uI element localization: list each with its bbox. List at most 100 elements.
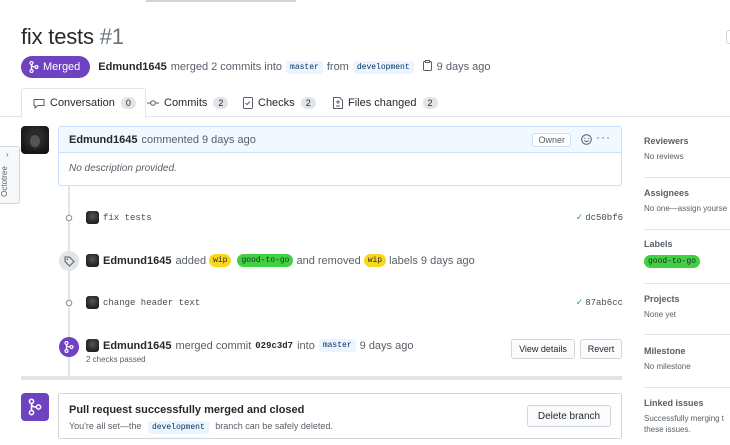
head-branch[interactable]: development [352, 60, 414, 74]
tab-commits[interactable]: Commits 2 [147, 88, 229, 117]
commit-avatar[interactable] [86, 296, 99, 309]
checklist-icon [243, 96, 253, 109]
merge-badge [59, 337, 79, 357]
timeline-merge-event: Edmund1645 merged commit 029c3d7 into ma… [86, 339, 413, 352]
tab-commits-label: Commits [164, 96, 208, 109]
merge-status-icon [21, 393, 49, 421]
checks-status[interactable]: 2 checks passed [86, 355, 146, 364]
sidebar-assignees[interactable]: Assignees No one—assign yourse [644, 188, 730, 230]
merge-icon [64, 341, 74, 353]
commit-sha-text: 87ab6cc [585, 298, 623, 308]
merge-status-subtitle: You're all set—the development branch ca… [69, 421, 333, 434]
merge-sub-branch[interactable]: development [147, 421, 209, 434]
label-wip-removed[interactable]: wip [363, 254, 387, 267]
timeline-end-divider [21, 376, 622, 380]
octotree-label: Octotree [0, 166, 9, 197]
sidebar-reviewers[interactable]: Reviewers No reviews [644, 136, 730, 178]
tag-badge [59, 251, 79, 271]
merge-status-box: Pull request successfully merged and clo… [58, 393, 622, 439]
sidebar-labels[interactable]: Labels good-to-go [644, 239, 730, 284]
into-text: into [297, 339, 315, 352]
base-branch[interactable]: master [286, 60, 323, 74]
merge-branch[interactable]: master [318, 339, 356, 352]
pr-time: 9 days ago [436, 61, 491, 73]
pr-author[interactable]: Edmund1645 [98, 61, 166, 73]
smiley-icon[interactable] [581, 134, 592, 148]
commit-icon [147, 99, 159, 106]
labels-suffix: labels 9 days ago [389, 254, 475, 267]
tag-icon [64, 256, 75, 267]
clipboard-icon[interactable] [422, 60, 432, 74]
tab-files-count: 2 [422, 96, 438, 109]
comment-meta[interactable]: commented 9 days ago [141, 134, 255, 146]
tab-files-label: Files changed [348, 96, 417, 109]
top-divider [146, 0, 296, 2]
sidebar-linked-heading[interactable]: Linked issues [644, 398, 730, 408]
commit-sha[interactable]: ✓ dc50bf6 [576, 213, 623, 223]
label-wip[interactable]: wip [209, 254, 232, 267]
sidebar-milestone-heading[interactable]: Milestone [644, 346, 730, 356]
pr-title: fix tests [21, 24, 94, 49]
pr-meta: Merged Edmund1645 merged 2 commits into … [21, 56, 490, 78]
pr-number: #1 [99, 24, 124, 49]
top-strip [0, 0, 730, 4]
sidebar-assignees-value[interactable]: No one—assign yourse [644, 204, 730, 213]
tab-conversation-label: Conversation [50, 97, 115, 109]
merge-status-title: Pull request successfully merged and clo… [69, 404, 305, 416]
merge-time: 9 days ago [359, 339, 414, 352]
timeline-commit-1: fix tests [86, 211, 152, 224]
sidebar-assignees-heading[interactable]: Assignees [644, 188, 730, 198]
sidebar-linked-issues[interactable]: Linked issues Successfully merging t the… [644, 398, 730, 445]
tab-bar: Conversation 0 Commits 2 Checks 2 Files … [0, 88, 730, 118]
commit-sha[interactable]: ✓ 87ab6cc [576, 298, 623, 308]
merge-sub-prefix: You're all set—the [69, 421, 142, 431]
timeline-commit-2: change header text [86, 296, 200, 309]
comment-body: No description provided. [69, 163, 177, 174]
timeline-labels-event: Edmund1645 added wip good-to-go and remo… [86, 254, 475, 267]
event-author[interactable]: Edmund1645 [103, 255, 171, 267]
more-options-icon[interactable]: ··· [596, 130, 611, 144]
tab-conversation-count: 0 [120, 97, 136, 109]
tab-commits-count: 2 [213, 96, 229, 109]
status-badge: Merged [21, 56, 91, 78]
revert-button[interactable]: Revert [580, 339, 622, 359]
commit-node-icon [65, 214, 73, 222]
sidebar-projects[interactable]: Projects None yet [644, 294, 730, 335]
commit-node-icon [65, 299, 73, 307]
merge-icon [29, 61, 39, 73]
removed-text: and removed [296, 254, 361, 267]
sidebar-reviewers-heading[interactable]: Reviewers [644, 136, 730, 146]
avatar[interactable] [21, 126, 49, 154]
label-good-to-go[interactable]: good-to-go [237, 254, 294, 267]
commit-message[interactable]: change header text [103, 298, 200, 308]
check-icon: ✓ [575, 213, 584, 223]
delete-branch-button[interactable]: Delete branch [527, 405, 611, 427]
sidebar-label-good-to-go[interactable]: good-to-go [644, 255, 701, 268]
sidebar-milestone[interactable]: Milestone No milestone [644, 346, 730, 388]
event-avatar[interactable] [86, 339, 99, 352]
tab-checks-count: 2 [300, 96, 316, 109]
commit-message[interactable]: fix tests [103, 213, 152, 223]
sidebar-labels-heading[interactable]: Labels [644, 239, 730, 249]
comment-author[interactable]: Edmund1645 [69, 134, 137, 146]
view-details-button[interactable]: View details [511, 339, 575, 359]
sidebar-milestone-value: No milestone [644, 362, 691, 371]
owner-badge: Owner [532, 133, 571, 147]
merge-author[interactable]: Edmund1645 [103, 340, 171, 352]
tab-checks[interactable]: Checks 2 [243, 88, 316, 117]
sidebar-linked-value-2: these issues. [644, 425, 691, 434]
corner-button[interactable] [726, 30, 730, 44]
tab-conversation[interactable]: Conversation 0 [21, 88, 146, 118]
tab-files-changed[interactable]: Files changed 2 [333, 88, 438, 117]
chevron-right-icon: › [6, 150, 9, 159]
from-text: from [326, 61, 349, 73]
check-icon: ✓ [575, 298, 584, 308]
sidebar-reviewers-value: No reviews [644, 152, 684, 161]
merge-sub-suffix: branch can be safely deleted. [215, 421, 333, 431]
status-label: Merged [43, 61, 81, 73]
event-avatar[interactable] [86, 254, 99, 267]
commit-avatar[interactable] [86, 211, 99, 224]
sidebar-projects-heading[interactable]: Projects [644, 294, 730, 304]
octotree-toggle[interactable]: › Octotree [0, 146, 20, 204]
merge-sha[interactable]: 029c3d7 [255, 341, 293, 351]
